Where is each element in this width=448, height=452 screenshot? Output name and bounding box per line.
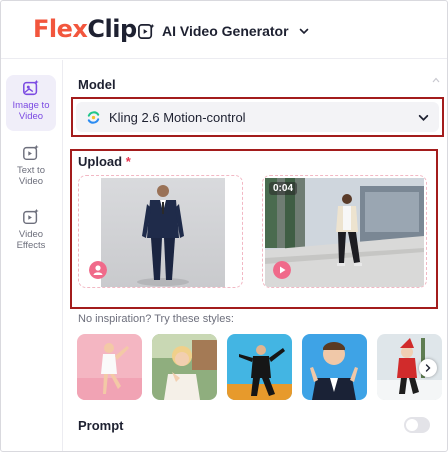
character-image-preview [101, 178, 225, 287]
app-window: FlexClip AI Video Generator Image to Vid… [0, 0, 448, 452]
video-upload-slot[interactable]: 0:04 [262, 175, 427, 288]
style-selfie-girl[interactable] [152, 334, 217, 400]
rail-item-image-to-video[interactable]: Image to Video [6, 75, 56, 131]
rail-label-line2: Effects [16, 240, 46, 251]
rail-label-line2: Video [18, 111, 44, 122]
person-badge-icon [89, 261, 107, 279]
rail-label-line1: Video [18, 229, 44, 240]
styles-next-button[interactable] [419, 359, 437, 377]
scroll-up-arrow-icon[interactable] [432, 77, 440, 83]
generator-panel: Model Kling 2.6 Motion-control Upload * [64, 60, 447, 451]
upload-highlight-box: Upload * 0:04 [70, 149, 438, 309]
rail-label-line2: Video [18, 176, 44, 187]
image-sparkle-icon [23, 79, 39, 96]
logo-flex-text: Flex [33, 15, 88, 43]
rail-label-line1: Image to [12, 100, 50, 111]
inspiration-text: No inspiration? Try these styles: [78, 313, 234, 325]
prompt-toggle[interactable] [404, 417, 430, 433]
upload-title-text: Upload [78, 154, 123, 169]
tool-switcher[interactable]: AI Video Generator [137, 20, 309, 42]
text-video-icon [23, 144, 39, 161]
chevron-right-icon [425, 364, 431, 372]
image-upload-slot[interactable] [78, 175, 243, 288]
logo-clip-text: Clip [87, 15, 137, 43]
prompt-section-title: Prompt [78, 418, 124, 433]
rail-item-text-to-video[interactable]: Text to Video [6, 140, 56, 196]
video-effects-icon [23, 208, 39, 225]
kling-logo-icon [87, 110, 100, 124]
model-dropdown[interactable]: Kling 2.6 Motion-control [76, 102, 439, 132]
tool-name: AI Video Generator [162, 23, 289, 39]
chevron-down-icon [418, 114, 429, 121]
chevron-down-icon [299, 28, 308, 35]
rail-label-line1: Text to [17, 165, 45, 176]
style-man-pointing[interactable] [302, 334, 367, 400]
model-highlight-box: Kling 2.6 Motion-control [71, 97, 444, 137]
style-thumbnails-row [77, 334, 447, 401]
required-mark: * [125, 154, 131, 169]
toggle-knob [406, 419, 418, 431]
top-header: FlexClip AI Video Generator [1, 1, 447, 59]
model-section-title: Model [78, 77, 116, 92]
model-selected-value: Kling 2.6 Motion-control [109, 109, 246, 125]
style-pink-dancer[interactable] [77, 334, 142, 400]
video-sparkle-icon [138, 23, 155, 39]
rail-item-video-effects[interactable]: Video Effects [6, 204, 56, 260]
left-nav-rail: Image to Video Text to Video Video Effec… [1, 60, 63, 451]
play-badge-icon [273, 261, 291, 279]
upload-section-title: Upload * [78, 154, 131, 169]
video-duration: 0:04 [269, 182, 298, 195]
style-suit-pose[interactable] [227, 334, 292, 400]
flexclip-logo[interactable]: FlexClip [33, 15, 137, 43]
